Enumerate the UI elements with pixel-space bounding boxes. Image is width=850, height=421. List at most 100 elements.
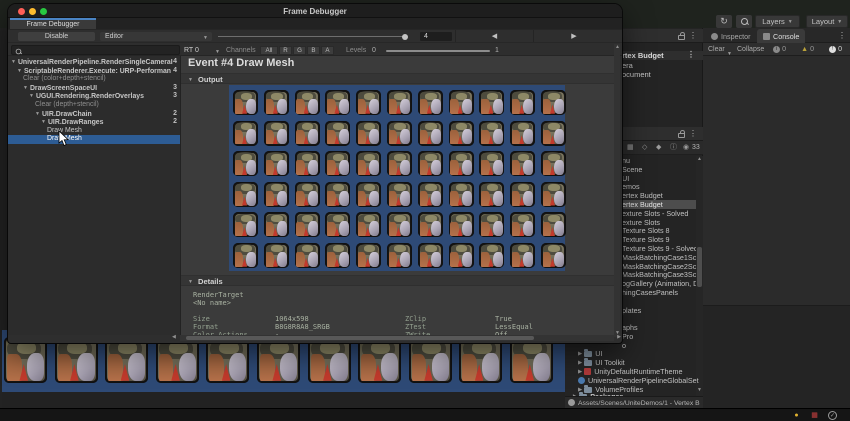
info-count[interactable]: i 0 xyxy=(773,45,786,54)
layout-button[interactable]: Layout ▼ xyxy=(806,15,848,28)
sprite-card xyxy=(479,242,505,268)
tab-frame-debugger[interactable]: Frame Debugger xyxy=(10,18,96,29)
error-count[interactable]: ! 0 xyxy=(829,45,842,54)
project-scrollbar[interactable]: ▲ xyxy=(696,156,703,396)
sprite-card xyxy=(54,337,98,383)
kebab-menu-icon[interactable]: ⋮ xyxy=(689,130,697,138)
grid-view-icon[interactable]: ▦ xyxy=(627,143,634,153)
event-detail-pane: Event #4 Draw Mesh ▼ Output ▼ Details Re… xyxy=(181,56,614,335)
levels-label: Levels xyxy=(346,47,367,54)
frame-slider-track[interactable] xyxy=(218,36,406,37)
notification-icon[interactable]: ● xyxy=(792,411,801,420)
frame-debugger-window: Frame Debugger Frame Debugger Disable Ed… xyxy=(8,4,622,343)
foldout-arrow-icon: ▶ xyxy=(578,360,583,366)
kebab-menu-icon[interactable]: ⋮ xyxy=(689,32,697,40)
scroll-left-icon[interactable]: ◀ xyxy=(172,335,176,340)
horizontal-scrollbar[interactable]: ◀ ▶ xyxy=(172,335,621,341)
sprite-card xyxy=(294,181,320,207)
tree-row-selected[interactable]: Draw Mesh xyxy=(8,135,180,144)
warning-count[interactable]: ▲ 0 xyxy=(801,45,814,54)
collapse-button[interactable]: Collapse xyxy=(737,43,764,56)
window-titlebar[interactable]: Frame Debugger xyxy=(8,4,622,18)
tree-row[interactable]: Draw Mesh xyxy=(8,127,180,136)
sprite-card xyxy=(257,337,300,383)
event-count: 2 xyxy=(173,118,177,126)
kebab-menu-icon[interactable]: ⋮ xyxy=(838,32,846,40)
scroll-right-icon[interactable]: ▶ xyxy=(617,335,621,340)
lock-icon[interactable] xyxy=(678,130,685,138)
rt-dropdown[interactable]: RT 0 ▼ xyxy=(184,46,220,55)
scroll-up-icon[interactable]: ▲ xyxy=(697,157,702,162)
sprite-card xyxy=(294,151,320,177)
tree-row[interactable]: ▼ UIR.DrawRanges 2 xyxy=(8,118,180,127)
project-tree-row[interactable]: UniversalRenderPipelineGlobalSet xyxy=(578,376,699,385)
sprite-card xyxy=(408,337,452,383)
mouse-cursor xyxy=(58,131,69,147)
sprite-card xyxy=(448,90,474,115)
clear-button[interactable]: Clear xyxy=(708,43,725,56)
folder-icon xyxy=(584,358,593,366)
channel-button-all[interactable]: All xyxy=(260,45,278,55)
tree-row[interactable]: Clear (color+depth+stencil) xyxy=(8,75,180,84)
search-icon[interactable] xyxy=(736,15,752,28)
sprite-grid xyxy=(233,90,566,268)
scroll-up-icon[interactable]: ▲ xyxy=(615,45,620,50)
detail-value: LessEqual xyxy=(495,323,533,331)
layers-button[interactable]: Layers ▼ xyxy=(755,15,800,28)
status-bar: ● ▦ ✓ xyxy=(0,408,850,421)
tab-inspector[interactable]: Inspector xyxy=(705,29,757,43)
scroll-down-icon[interactable]: ▼ xyxy=(697,388,702,393)
filter-type-icon[interactable]: ◇ xyxy=(642,143,647,153)
settings-asset-icon xyxy=(578,377,585,384)
render-target-name: <No name> xyxy=(193,299,231,307)
eye-icon[interactable]: ◉ xyxy=(683,143,689,153)
lower-dock-area xyxy=(703,305,850,408)
lock-icon[interactable] xyxy=(678,32,685,40)
channel-button-r[interactable]: R xyxy=(279,45,292,55)
target-dropdown[interactable]: Editor ▼ xyxy=(100,32,212,41)
chevron-down-icon[interactable]: ▼ xyxy=(727,48,732,61)
sprite-card xyxy=(233,212,258,238)
disable-button[interactable]: Disable xyxy=(18,32,95,41)
tree-row[interactable]: ▼ ScriptableRenderer.Execute: URP-Perform… xyxy=(8,67,180,76)
sprite-card xyxy=(356,181,382,207)
sprite-card xyxy=(358,337,402,383)
sprite-card xyxy=(294,212,320,238)
search-input[interactable] xyxy=(11,45,180,55)
channel-button-a[interactable]: A xyxy=(321,45,334,55)
frame-number-field[interactable]: 4 xyxy=(420,32,452,41)
tree-row[interactable]: ▼ DrawScreenSpaceUI 3 xyxy=(8,84,180,93)
sprite-card xyxy=(540,242,566,268)
detail-key: ZTest xyxy=(405,323,427,331)
sprite-card xyxy=(233,242,258,268)
sprite-card xyxy=(479,181,505,207)
sprite-card xyxy=(294,90,320,115)
scrollbar-thumb[interactable] xyxy=(186,336,534,340)
game-view-bottom-strip xyxy=(2,392,567,408)
tab-console[interactable]: Console xyxy=(757,29,806,43)
levels-slider[interactable] xyxy=(386,50,490,52)
vertical-scrollbar[interactable]: ▲ ▼ xyxy=(614,44,620,337)
tree-row[interactable]: ▼ UIR.DrawChain 2 xyxy=(8,110,180,119)
info-icon[interactable]: ⓘ xyxy=(670,143,677,153)
folder-icon xyxy=(584,349,593,357)
tree-row[interactable]: Clear (depth+stencil) xyxy=(8,101,180,110)
sprite-card xyxy=(540,120,566,146)
frame-slider-knob[interactable] xyxy=(402,33,408,40)
sprite-card xyxy=(325,242,351,268)
foldout-arrow-icon: ▼ xyxy=(11,59,16,65)
channel-button-b[interactable]: B xyxy=(307,45,320,55)
channel-button-g[interactable]: G xyxy=(293,45,306,55)
filter-label-icon[interactable]: ◆ xyxy=(656,143,661,153)
tree-row[interactable]: ▼ UniversalRenderPipeline.RenderSingleCam… xyxy=(8,58,180,67)
error-module-icon[interactable]: ▦ xyxy=(810,411,819,420)
tree-row[interactable]: ▼ UGUI.Rendering.RenderOverlays 3 xyxy=(8,92,180,101)
detail-value: True xyxy=(495,315,512,323)
scrollbar-thumb[interactable] xyxy=(697,247,702,287)
output-section-header[interactable]: ▼ Output xyxy=(181,73,614,84)
progress-check-icon[interactable]: ✓ xyxy=(828,411,837,420)
kebab-menu-icon[interactable]: ⋮ xyxy=(687,51,695,59)
sprite-card xyxy=(510,90,536,115)
details-section-header[interactable]: ▼ Details xyxy=(181,275,614,286)
collab-history-icon[interactable]: ↻ xyxy=(716,15,732,28)
